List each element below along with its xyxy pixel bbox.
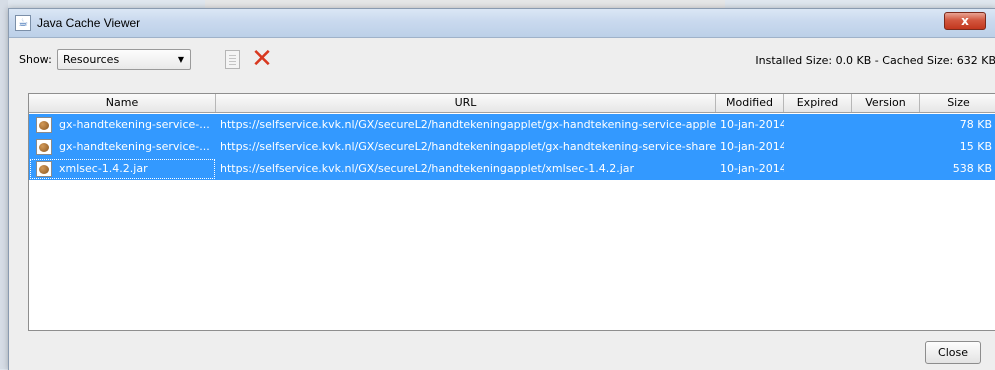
column-header-modified[interactable]: Modified <box>716 94 784 112</box>
size-info: Installed Size: 0.0 KB - Cached Size: 63… <box>755 54 995 67</box>
cell-modified: 10-jan-2014 <box>720 118 784 131</box>
show-dropdown-value: Resources <box>63 53 120 66</box>
title-bar: ☕ Java Cache Viewer x <box>9 9 995 38</box>
cell-url: https://selfservice.kvk.nl/GX/secureL2/h… <box>220 118 716 131</box>
cell-modified: 10-jan-2014 <box>720 162 784 175</box>
cache-table[interactable]: Name URL Modified Expired Version Size g… <box>28 93 995 331</box>
cell-name: gx-handtekening-service-... <box>59 140 210 153</box>
document-icon[interactable] <box>225 50 240 69</box>
cell-name: gx-handtekening-service-... <box>59 118 210 131</box>
table-row[interactable]: xmlsec-1.4.2.jar https://selfservice.kvk… <box>29 158 995 180</box>
chevron-down-icon: ▼ <box>177 55 184 64</box>
close-button[interactable]: Close <box>925 341 981 364</box>
cell-url: https://selfservice.kvk.nl/GX/secureL2/h… <box>220 140 716 153</box>
table-row[interactable]: gx-handtekening-service-... https://self… <box>29 136 995 158</box>
column-header-size[interactable]: Size <box>920 94 995 112</box>
cell-version <box>852 158 920 180</box>
cell-url: https://selfservice.kvk.nl/GX/secureL2/h… <box>220 162 635 175</box>
toolbar: Show: Resources ▼ ✕ Installed Size: 0.0 … <box>9 45 995 75</box>
cell-size: 15 KB <box>959 140 992 153</box>
column-header-url[interactable]: URL <box>216 94 716 112</box>
cell-expired <box>784 136 852 158</box>
cell-name: xmlsec-1.4.2.jar <box>29 158 216 180</box>
column-header-version[interactable]: Version <box>852 94 920 112</box>
column-header-name[interactable]: Name <box>29 94 216 112</box>
cell-version <box>852 136 920 158</box>
desktop-edge <box>0 0 8 369</box>
cell-size: 538 KB <box>952 162 992 175</box>
cell-expired <box>784 114 852 136</box>
window-close-button[interactable]: x <box>944 12 986 30</box>
cell-version <box>852 114 920 136</box>
column-header-expired[interactable]: Expired <box>784 94 852 112</box>
cell-size: 78 KB <box>959 118 992 131</box>
java-cache-viewer-window: ☕ Java Cache Viewer x Show: Resources ▼ … <box>8 8 995 370</box>
cell-expired <box>784 158 852 180</box>
java-app-icon: ☕ <box>15 15 31 31</box>
delete-x-icon[interactable]: ✕ <box>248 46 276 72</box>
window-title: Java Cache Viewer <box>37 16 141 30</box>
cell-modified: 10-jan-2014 <box>720 140 784 153</box>
show-label: Show: <box>19 53 52 66</box>
table-row[interactable]: gx-handtekening-service-... https://self… <box>29 114 995 136</box>
show-dropdown[interactable]: Resources ▼ <box>57 49 191 70</box>
table-header: Name URL Modified Expired Version Size <box>29 94 995 113</box>
